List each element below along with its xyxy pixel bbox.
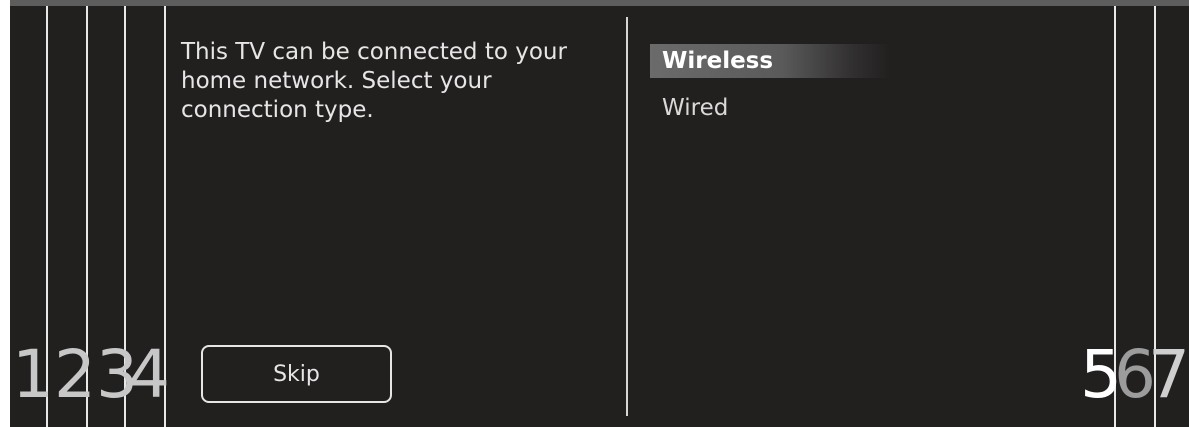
callout-number-5: 5 xyxy=(1080,336,1122,413)
intro-text: This TV can be connected to your home ne… xyxy=(181,39,567,123)
panel-divider xyxy=(626,17,628,416)
skip-button[interactable]: Skip xyxy=(201,345,392,403)
top-bar xyxy=(10,0,1189,6)
option-wireless[interactable]: Wireless xyxy=(650,44,890,78)
callout-number-1: 1 xyxy=(12,336,54,413)
callout-line-4 xyxy=(164,6,166,427)
tv-setup-screen: 1 2 3 4 5 6 7 This TV can be connected t… xyxy=(10,0,1189,427)
option-wired[interactable]: Wired xyxy=(650,91,890,125)
callout-number-7: 7 xyxy=(1148,336,1189,413)
callout-number-6: 6 xyxy=(1114,336,1156,413)
callout-number-2: 2 xyxy=(54,336,96,413)
callout-number-4: 4 xyxy=(128,336,170,413)
callout-number-3: 3 xyxy=(96,336,138,413)
